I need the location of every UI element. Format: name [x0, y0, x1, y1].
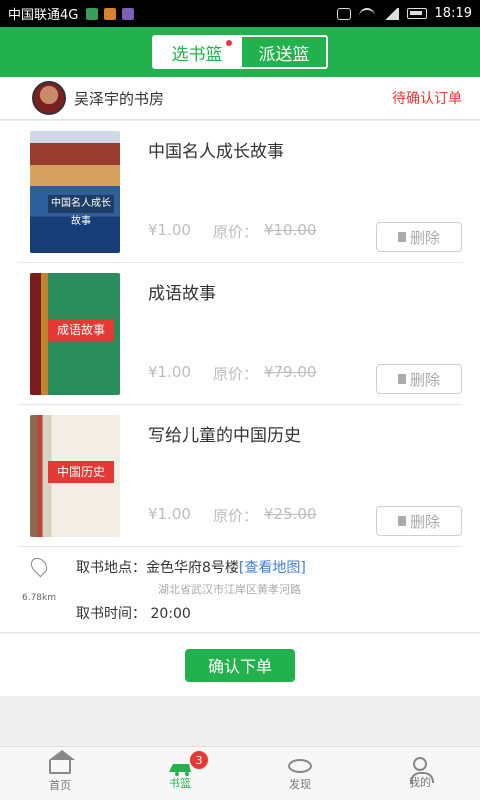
user-icon: [410, 757, 434, 783]
cover-title: 中国名人成长故事: [48, 195, 114, 227]
avatar[interactable]: [32, 81, 66, 115]
trash-icon: [397, 516, 406, 526]
confirm-area: 确认下单: [0, 634, 480, 696]
shop-row: 吴泽宇的书房 待确认订单: [0, 77, 480, 120]
pickup-location-value: 金色华府8号楼: [146, 560, 239, 576]
clock: 18:19: [434, 6, 472, 21]
location-block: 6.78km: [16, 554, 62, 603]
original-price: 原价： ¥25.00: [213, 505, 317, 526]
signal-icon: [382, 7, 399, 20]
book-title[interactable]: 写给儿童的中国历史: [148, 421, 301, 446]
pickup-time-value: 20:00: [150, 606, 191, 622]
price-row: ¥1.00 原价： ¥25.00: [148, 505, 316, 526]
confirm-order-button[interactable]: 确认下单: [185, 648, 295, 682]
original-price-label: 原价：: [212, 223, 258, 241]
nav-home[interactable]: 首页: [0, 747, 120, 800]
pickup-info: 6.78km 取书地点： 金色华府8号楼 [查看地图] 湖北省武汉市江岸区黄孝河…: [0, 547, 480, 633]
cart-badge: 3: [190, 751, 208, 769]
original-price-value: ¥25.00: [263, 505, 317, 523]
cover-title: 中国历史: [48, 461, 114, 483]
map-pin-icon: [27, 554, 51, 578]
tab-label: 派送篮: [258, 44, 310, 65]
book-item: 成语故事 成语故事 ¥1.00 原价： ¥79.00 删除: [18, 263, 462, 405]
pending-orders-link[interactable]: 待确认订单: [392, 88, 462, 108]
view-map-link[interactable]: [查看地图]: [239, 557, 306, 577]
notification-icon: [122, 7, 135, 20]
nav-profile[interactable]: 我的: [360, 747, 480, 800]
book-price: ¥1.00: [148, 221, 191, 239]
notification-icon: [86, 7, 99, 20]
battery-icon: [406, 8, 427, 19]
tab-delivery-basket[interactable]: 派送篮: [240, 37, 326, 67]
distance: 6.78km: [21, 593, 57, 603]
book-title[interactable]: 成语故事: [148, 279, 216, 304]
nav-discover[interactable]: 发现: [240, 747, 360, 800]
pickup-location-label: 取书地点：: [76, 560, 146, 576]
price-row: ¥1.00 原价： ¥10.00: [148, 221, 316, 242]
header: 选书篮 派送篮: [0, 27, 480, 77]
book-cover[interactable]: 中国历史: [30, 415, 120, 537]
trash-icon: [397, 232, 406, 242]
pickup-address: 湖北省武汉市江岸区黄孝河路: [158, 583, 301, 596]
shop-name[interactable]: 吴泽宇的书房: [74, 88, 164, 109]
notification-dot: [226, 40, 232, 46]
cover-title: 成语故事: [48, 319, 114, 341]
tab-label: 选书篮: [171, 44, 223, 65]
carrier-name: 中国联通4G: [8, 8, 79, 23]
trash-icon: [397, 374, 406, 384]
book-title[interactable]: 中国名人成长故事: [148, 137, 284, 162]
book-item: 中国名人成长故事 中国名人成长故事 ¥1.00 原价： ¥10.00 删除: [18, 121, 462, 263]
original-price-label: 原价：: [212, 365, 258, 383]
price-row: ¥1.00 原价： ¥79.00: [148, 363, 316, 384]
delete-label: 删除: [409, 512, 440, 531]
nav-label: 书篮: [169, 777, 191, 790]
book-price: ¥1.00: [148, 363, 191, 381]
nav-label: 发现: [289, 778, 311, 791]
delete-label: 删除: [409, 370, 440, 389]
alarm-icon: [336, 7, 351, 20]
delete-label: 删除: [409, 228, 440, 247]
book-item: 中国历史 写给儿童的中国历史 ¥1.00 原价： ¥25.00 删除: [18, 405, 462, 547]
basket-segmented-control: 选书篮 派送篮: [152, 35, 328, 69]
cart-icon: [169, 758, 191, 776]
tab-select-basket[interactable]: 选书篮: [154, 37, 240, 67]
delete-button[interactable]: 删除: [376, 506, 462, 536]
delete-button[interactable]: 删除: [376, 222, 462, 252]
status-icons: 18:19: [336, 6, 472, 21]
original-price-value: ¥10.00: [263, 221, 317, 239]
bottom-nav: 首页 3 书篮 发现 我的: [0, 746, 480, 800]
nav-label: 首页: [49, 779, 71, 792]
book-price: ¥1.00: [148, 505, 191, 523]
pickup-time-label: 取书时间：: [76, 606, 146, 622]
book-list: 中国名人成长故事 中国名人成长故事 ¥1.00 原价： ¥10.00 删除 成语…: [0, 121, 480, 547]
original-price-label: 原价：: [212, 507, 258, 525]
wifi-icon: [358, 7, 375, 20]
status-bar: 中国联通4G 18:19: [0, 0, 480, 27]
book-cover[interactable]: 中国名人成长故事: [30, 131, 120, 253]
eye-icon: [288, 759, 312, 773]
original-price-value: ¥79.00: [263, 363, 317, 381]
original-price: 原价： ¥79.00: [213, 363, 317, 384]
home-icon: [49, 750, 75, 774]
pickup-location: 取书地点： 金色华府8号楼 [查看地图]: [76, 557, 306, 577]
book-cover[interactable]: 成语故事: [30, 273, 120, 395]
nav-basket[interactable]: 3 书篮: [120, 747, 240, 800]
delete-button[interactable]: 删除: [376, 364, 462, 394]
notification-icon: [104, 7, 117, 20]
original-price: 原价： ¥10.00: [213, 221, 317, 242]
pickup-time: 取书时间： 20:00: [76, 603, 191, 623]
